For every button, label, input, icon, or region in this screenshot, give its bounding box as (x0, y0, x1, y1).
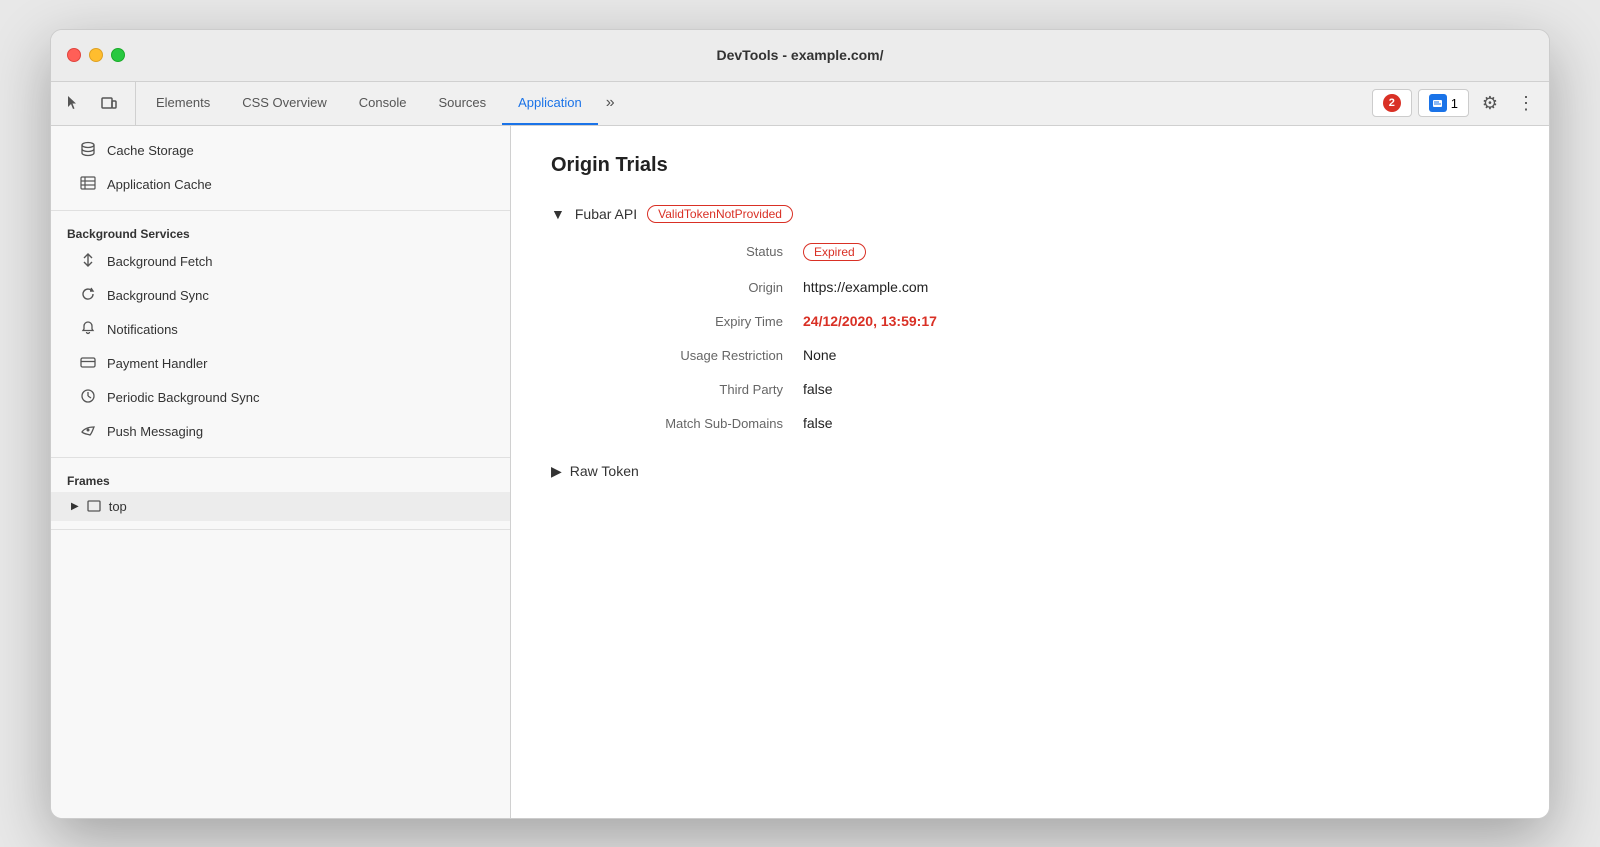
devtools-window: DevTools - example.com/ Elements CSS Ove… (50, 29, 1550, 819)
storage-section: Cache Storage Application Cache (51, 126, 510, 211)
error-badge-button[interactable]: 2 (1372, 89, 1412, 117)
tab-elements[interactable]: Elements (140, 82, 226, 125)
sidebar-item-push-messaging[interactable]: Push Messaging (51, 415, 510, 449)
match-sub-domains-value: false (803, 415, 1509, 431)
origin-label: Origin (583, 279, 803, 295)
maximize-button[interactable] (111, 48, 125, 62)
minimize-button[interactable] (89, 48, 103, 62)
expiry-value: 24/12/2020, 13:59:17 (803, 313, 1509, 329)
raw-token-row: ▶ Raw Token (551, 459, 1509, 480)
sidebar-item-background-sync[interactable]: Background Sync (51, 279, 510, 313)
frames-section: Frames ▶ top (51, 458, 510, 530)
content-panel: Origin Trials ▼ Fubar API ValidTokenNotP… (511, 126, 1549, 818)
more-tabs-button[interactable]: » (598, 82, 623, 125)
tab-bar-right: 2 1 ⚙ ⋮ (1372, 82, 1541, 125)
trial-expand-toggle[interactable]: ▼ (551, 206, 565, 222)
tab-css-overview[interactable]: CSS Overview (226, 82, 343, 125)
top-frame-chevron-right: ▶ (71, 501, 79, 512)
status-expired-badge: Expired (803, 243, 866, 261)
sidebar: Cache Storage Application Cache (51, 126, 511, 818)
frames-title: Frames (51, 466, 510, 492)
more-options-button[interactable]: ⋮ (1511, 88, 1541, 118)
application-cache-icon (79, 175, 97, 195)
sidebar-item-background-fetch[interactable]: Background Fetch (51, 245, 510, 279)
third-party-label: Third Party (583, 381, 803, 397)
third-party-value: false (803, 381, 1509, 397)
tab-console[interactable]: Console (343, 82, 423, 125)
settings-button[interactable]: ⚙ (1475, 88, 1505, 118)
tabs: Elements CSS Overview Console Sources Ap… (140, 82, 1372, 125)
notifications-icon (79, 320, 97, 340)
message-count (1429, 94, 1447, 112)
window-title: DevTools - example.com/ (716, 47, 883, 63)
raw-token-toggle[interactable]: ▶ (551, 463, 562, 480)
usage-restriction-label: Usage Restriction (583, 347, 803, 363)
raw-token-label: Raw Token (570, 463, 639, 479)
tab-bar-tools (59, 82, 136, 125)
device-toggle-icon[interactable] (95, 89, 123, 117)
trial-status-badge: ValidTokenNotProvided (647, 205, 793, 223)
sidebar-item-cache-storage[interactable]: Cache Storage (51, 134, 510, 168)
message-count-label: 1 (1451, 96, 1458, 111)
background-sync-icon (79, 286, 97, 306)
sidebar-item-notifications[interactable]: Notifications (51, 313, 510, 347)
payment-handler-icon (79, 354, 97, 374)
trial-name: Fubar API (575, 206, 637, 222)
close-button[interactable] (67, 48, 81, 62)
tab-application[interactable]: Application (502, 82, 598, 125)
background-services-section: Background Services Background Fetch (51, 211, 510, 458)
page-title: Origin Trials (551, 154, 1509, 177)
usage-restriction-value: None (803, 347, 1509, 363)
sidebar-item-top[interactable]: ▶ top (51, 492, 510, 521)
periodic-background-sync-icon (79, 388, 97, 408)
message-badge-button[interactable]: 1 (1418, 89, 1469, 117)
frame-icon (87, 499, 101, 513)
sidebar-item-periodic-background-sync[interactable]: Periodic Background Sync (51, 381, 510, 415)
main-area: Cache Storage Application Cache (51, 126, 1549, 818)
error-count: 2 (1383, 94, 1401, 112)
expiry-label: Expiry Time (583, 313, 803, 329)
sidebar-item-application-cache[interactable]: Application Cache (51, 168, 510, 202)
sidebar-item-payment-handler[interactable]: Payment Handler (51, 347, 510, 381)
push-messaging-icon (79, 422, 97, 442)
tab-sources[interactable]: Sources (422, 82, 502, 125)
trial-section: ▼ Fubar API ValidTokenNotProvided Status… (551, 205, 1509, 480)
match-sub-domains-label: Match Sub-Domains (583, 415, 803, 431)
tab-bar: Elements CSS Overview Console Sources Ap… (51, 82, 1549, 126)
status-value: Expired (803, 243, 1509, 261)
trial-details: Status Expired Origin https://example.co… (583, 243, 1509, 431)
traffic-lights (67, 48, 125, 62)
background-services-title: Background Services (51, 219, 510, 245)
inspect-icon[interactable] (59, 89, 87, 117)
background-fetch-icon (79, 252, 97, 272)
cache-storage-icon (79, 141, 97, 161)
title-bar: DevTools - example.com/ (51, 30, 1549, 82)
status-label: Status (583, 243, 803, 261)
trial-header: ▼ Fubar API ValidTokenNotProvided (551, 205, 1509, 223)
origin-value: https://example.com (803, 279, 1509, 295)
